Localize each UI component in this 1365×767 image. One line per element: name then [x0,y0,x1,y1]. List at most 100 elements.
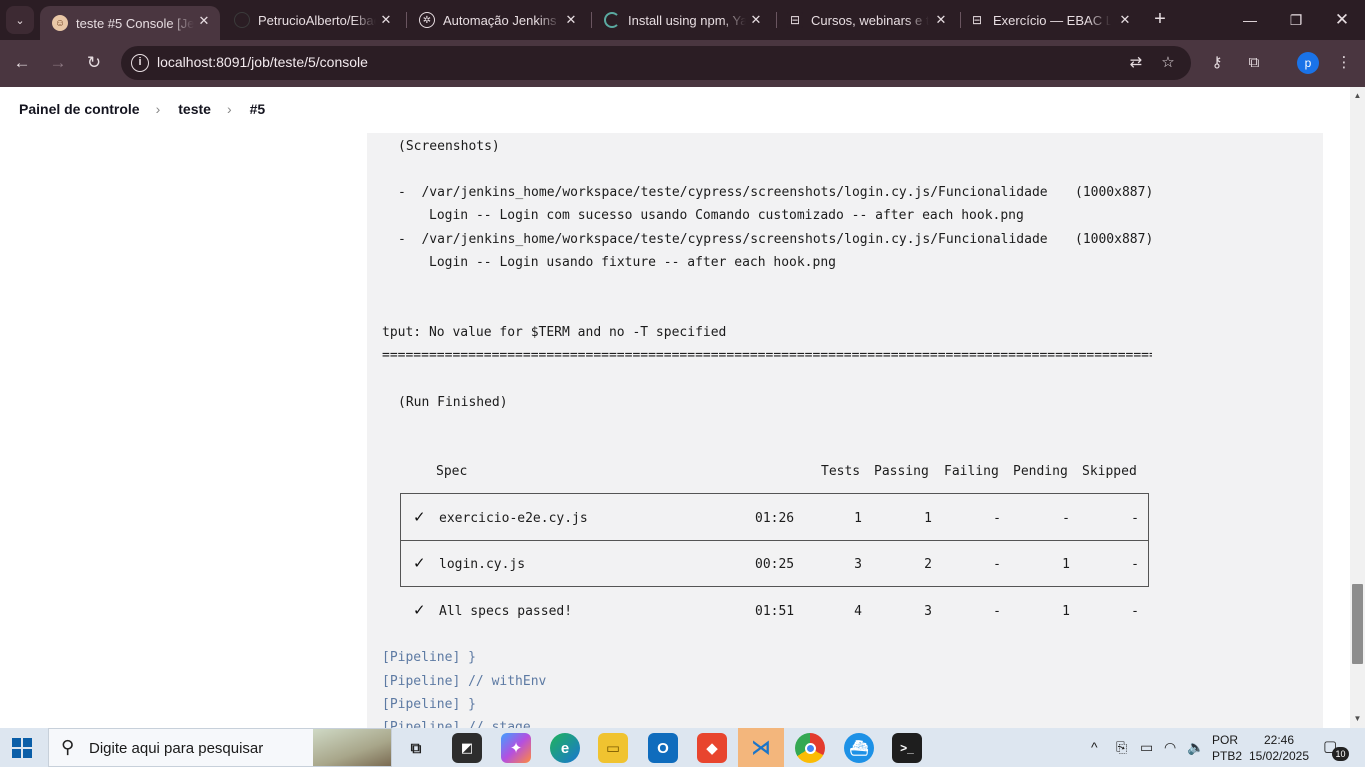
wifi-icon[interactable]: ◠ [1164,739,1176,756]
forward-arrow-icon[interactable]: → [47,52,69,74]
close-tab-icon[interactable]: ✕ [378,12,394,28]
keyboard-layout: PTB2 [1212,749,1243,763]
summary-spec: All specs passed! [439,604,573,619]
summary-skipped: - [1131,604,1139,619]
screenshot-filename: Login -- Login usando fixture -- after e… [429,255,836,270]
keyboard-language[interactable]: POR PTB2 [1212,732,1242,764]
tab-jenkins-console[interactable]: ☺ teste #5 Console [Jenkins] ✕ [40,6,220,40]
close-tab-icon[interactable]: ✕ [1117,12,1133,28]
minimize-window-icon[interactable]: — [1227,0,1273,40]
table-header-tests: Tests [821,464,861,479]
table-cell-time: 00:25 [755,557,795,572]
pipeline-line: [Pipeline] } [382,697,476,712]
vscode-icon[interactable]: ⋊ [738,728,784,767]
git-client-icon[interactable]: ◆ [697,733,727,763]
github-icon [234,12,250,28]
tab-ebac-cursos[interactable]: ⊟ Cursos, webinars e trilhas ✕ [777,0,957,40]
scroll-down-arrow-icon[interactable]: ▼ [1353,714,1362,723]
summary-passing: 3 [924,604,932,619]
reload-icon[interactable]: ↻ [83,52,105,74]
copilot-icon[interactable]: ✦ [501,733,531,763]
tab-github[interactable]: PetrucioAlberto/Ebac ✕ [222,0,402,40]
pipeline-line: [Pipeline] // stage [382,720,531,728]
edge-icon[interactable]: e [550,733,580,763]
taskbar-search-box[interactable]: ⚲ Digite aqui para pesquisar [48,728,392,767]
clock-time: 22:46 [1263,733,1295,747]
site-info-icon[interactable]: i [131,54,149,72]
close-tab-icon[interactable]: ✕ [748,12,764,28]
chrome-icon[interactable] [795,733,825,763]
url-text[interactable]: localhost:8091/job/teste/5/console [157,54,368,70]
tray-device-icon[interactable]: ⎘ [1116,739,1127,756]
console-output: (Screenshots) - /var/jenkins_home/worksp… [367,133,1323,728]
scroll-up-arrow-icon[interactable]: ▲ [1353,91,1362,100]
new-tab-plus-icon[interactable]: + [1150,9,1170,30]
openai-icon: ✲ [419,12,435,28]
back-arrow-icon[interactable]: ← [11,52,33,74]
restore-window-icon[interactable]: ❐ [1273,0,1319,40]
screenshot-size: (1000x887) [1075,185,1154,200]
file-explorer-icon[interactable]: ▭ [598,733,628,763]
table-cell-pending: 1 [1062,557,1070,572]
check-icon: ✓ [413,602,426,619]
table-cell-spec: login.cy.js [439,557,526,572]
table-border [400,586,1149,587]
table-cell-failing: - [993,511,1001,526]
docker-icon[interactable]: ⛴ [844,733,874,763]
table-cell-passing: 1 [924,511,932,526]
sticky-notes-icon[interactable]: ◩ [452,733,482,763]
close-window-icon[interactable]: ✕ [1319,0,1365,40]
table-header-passing: Passing [874,464,929,479]
terminal-icon[interactable]: >_ [892,733,922,763]
outlook-icon[interactable]: O [648,733,678,763]
table-cell-tests: 1 [854,511,862,526]
tray-overflow-chevron-icon[interactable]: ^ [1091,739,1098,755]
summary-pending: 1 [1062,604,1070,619]
tab-title: teste #5 Console [Jenkins] [76,15,194,31]
close-tab-icon[interactable]: ✕ [563,12,579,28]
volume-icon[interactable]: 🔈 [1187,739,1204,756]
jenkins-page: Painel de controle › teste › #5 (Screens… [0,87,1350,728]
tab-chatgpt[interactable]: ✲ Automação Jenkins Teste ✕ [407,0,587,40]
tab-ebac-exercicio[interactable]: ⊟ Exercício — EBAC LMS ✕ [961,0,1141,40]
pipeline-line: [Pipeline] // withEnv [382,674,547,689]
system-clock[interactable]: 22:46 15/02/2025 [1248,732,1310,764]
table-header-skipped: Skipped [1082,464,1137,479]
bookmark-star-icon[interactable]: ☆ [1158,53,1178,73]
address-bar[interactable]: i localhost:8091/job/teste/5/console ⇄ ☆ [121,46,1191,80]
breadcrumb-dashboard[interactable]: Painel de controle [19,101,140,117]
battery-icon[interactable]: ▭ [1140,739,1153,756]
pipeline-line: [Pipeline] } [382,650,476,665]
profile-avatar[interactable]: p [1297,52,1319,74]
breadcrumb-job[interactable]: teste [178,101,211,117]
windows-taskbar: ⚲ Digite aqui para pesquisar ⧉ ◩ ✦ e ▭ O… [0,728,1365,767]
close-tab-icon[interactable]: ✕ [196,13,212,29]
password-manager-icon[interactable]: ⚷ [1206,52,1228,74]
translate-icon[interactable]: ⇄ [1126,53,1146,73]
extensions-puzzle-icon[interactable]: ⧉ [1243,52,1265,74]
browser-tab-strip: ⌄ ☺ teste #5 Console [Jenkins] ✕ Petruci… [0,0,1365,40]
summary-tests: 4 [854,604,862,619]
close-tab-icon[interactable]: ✕ [933,12,949,28]
tab-npm-install[interactable]: Install using npm, Yarn ✕ [592,0,772,40]
screenshot-path: - /var/jenkins_home/workspace/teste/cypr… [398,232,1048,247]
browser-menu-icon[interactable]: ⋮ [1333,52,1355,74]
windows-start-icon[interactable] [12,738,32,758]
breadcrumb: Painel de controle › teste › #5 [19,101,265,117]
task-view-icon[interactable]: ⧉ [401,733,431,763]
breadcrumb-build[interactable]: #5 [250,101,266,117]
page-scrollbar[interactable]: ▲ ▼ [1350,87,1365,728]
table-border [400,540,1149,541]
search-highlight-image [313,729,391,766]
tab-title: Exercício — EBAC LMS [993,12,1111,28]
taskbar-search-placeholder[interactable]: Digite aqui para pesquisar [89,740,263,757]
table-cell-skipped: - [1131,511,1139,526]
console-separator: ========================================… [382,348,1152,363]
tab-search-chevron-icon[interactable]: ⌄ [6,6,34,34]
table-header-spec: Spec [436,464,468,479]
console-line: (Run Finished) [398,395,508,410]
table-header-failing: Failing [944,464,999,479]
scroll-thumb[interactable] [1352,584,1363,664]
chevron-right-icon: › [226,101,232,117]
ebac-icon: ⊟ [787,12,803,28]
